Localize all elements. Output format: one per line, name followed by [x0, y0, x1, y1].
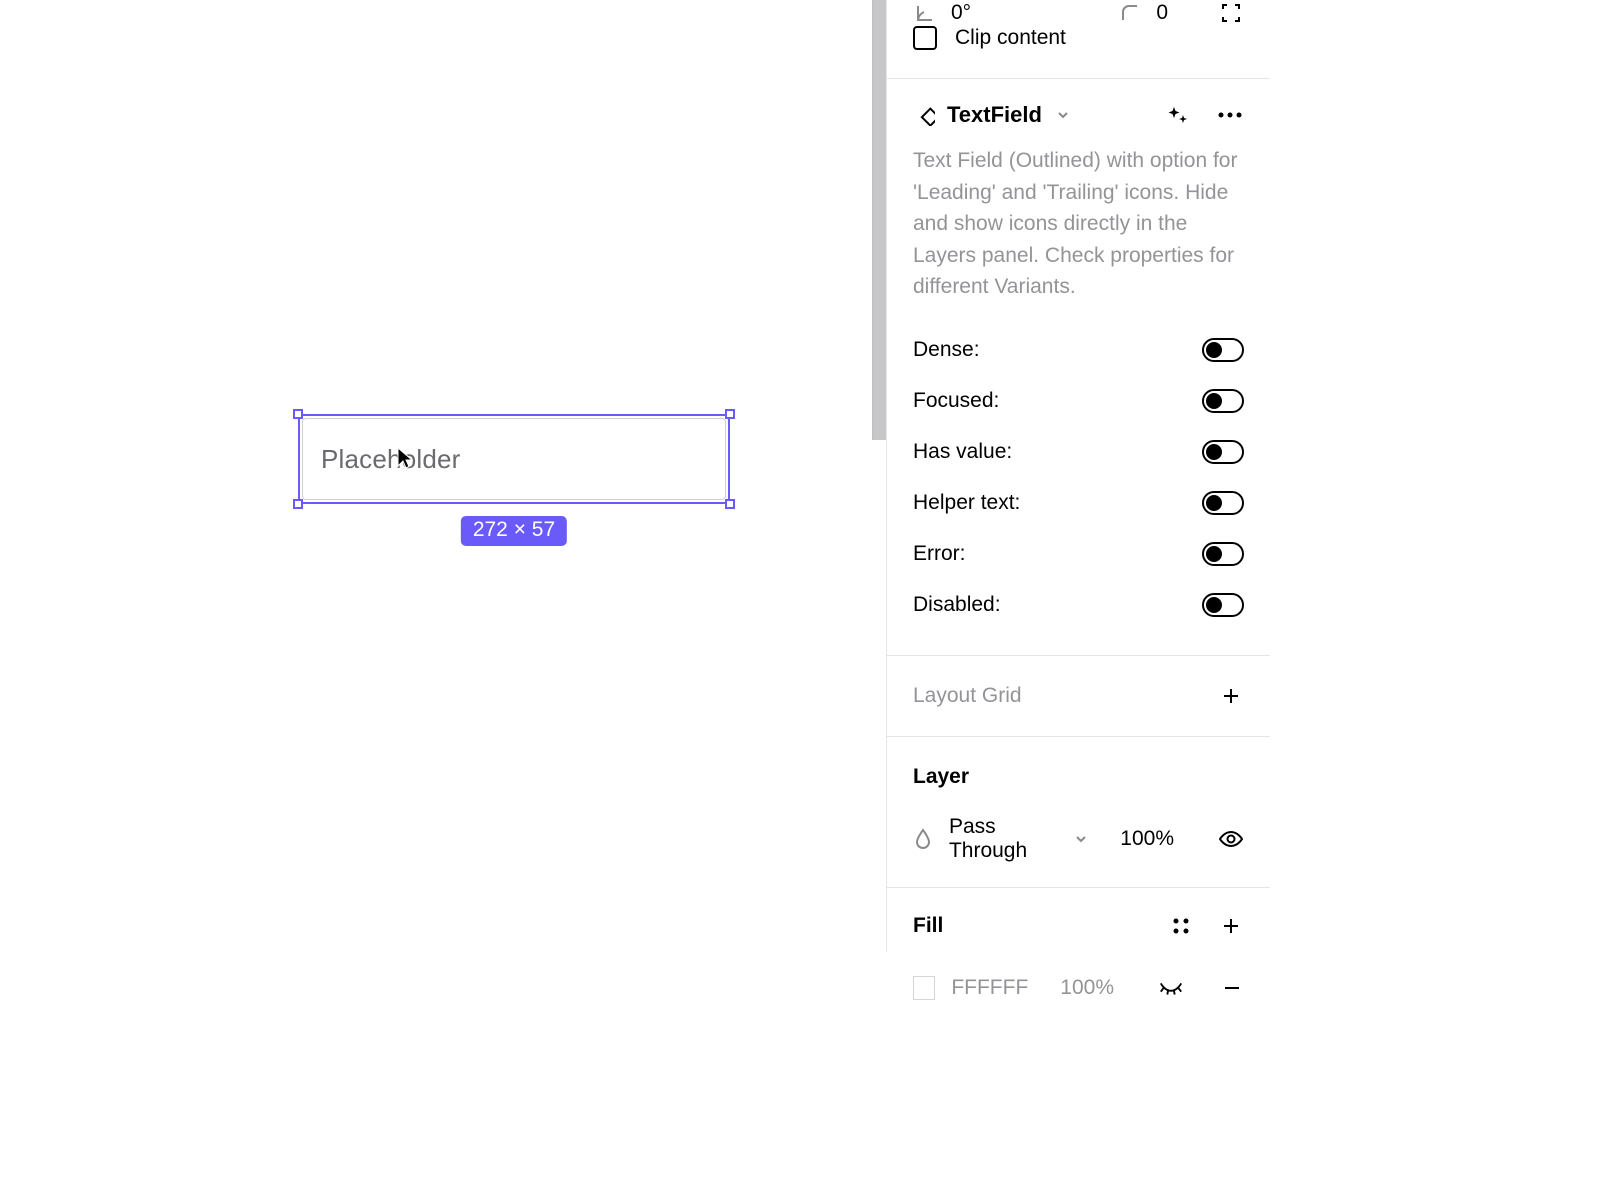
- selected-element[interactable]: Placeholder 272 × 57: [298, 414, 730, 504]
- component-more-button[interactable]: [1216, 101, 1244, 129]
- inspector-panel: 0° 0 Clip content TextField: [886, 0, 1270, 952]
- resize-handle-ne[interactable]: [725, 409, 735, 419]
- variant-label: Error:: [913, 542, 966, 566]
- toggle-error[interactable]: [1202, 542, 1244, 566]
- angle-icon: [913, 1, 937, 25]
- corner-radius-field[interactable]: 0: [1118, 1, 1168, 25]
- toggle-has-value[interactable]: [1202, 440, 1244, 464]
- add-fill-button[interactable]: [1218, 913, 1244, 939]
- blend-mode-icon: [913, 827, 933, 851]
- toggle-dense[interactable]: [1202, 338, 1244, 362]
- fill-hex-value[interactable]: FFFFFF: [951, 976, 1028, 1000]
- variant-error: Error:: [913, 529, 1244, 580]
- resize-handle-se[interactable]: [725, 499, 735, 509]
- variant-label: Dense:: [913, 338, 980, 362]
- visibility-toggle[interactable]: [1218, 826, 1244, 852]
- remove-fill-button[interactable]: [1220, 975, 1244, 1001]
- toggle-disabled[interactable]: [1202, 593, 1244, 617]
- add-layout-grid-button[interactable]: [1218, 683, 1244, 709]
- fill-styles-button[interactable]: [1168, 913, 1194, 939]
- canvas-scrollbar[interactable]: [872, 0, 886, 440]
- independent-corners-button[interactable]: [1218, 0, 1244, 26]
- fill-title: Fill: [913, 914, 943, 938]
- layer-title: Layer: [913, 765, 969, 789]
- selection-outline: Placeholder: [298, 414, 730, 504]
- corner-radius-value: 0: [1156, 1, 1168, 25]
- variant-disabled: Disabled:: [913, 580, 1244, 631]
- placeholder-text: Placeholder: [321, 444, 461, 475]
- variant-helper-text: Helper text:: [913, 478, 1244, 529]
- clip-content-checkbox[interactable]: [913, 26, 937, 50]
- canvas[interactable]: Placeholder 272 × 57: [0, 0, 886, 952]
- variant-label: Helper text:: [913, 491, 1020, 515]
- fill-swatch[interactable]: [913, 976, 935, 1000]
- variant-dense: Dense:: [913, 325, 1244, 376]
- variant-label: Disabled:: [913, 593, 1001, 617]
- toggle-focused[interactable]: [1202, 389, 1244, 413]
- component-description: Text Field (Outlined) with option for 'L…: [887, 145, 1270, 325]
- dimensions-badge: 272 × 57: [461, 516, 567, 546]
- transform-row: 0° 0: [887, 0, 1270, 26]
- chevron-down-icon[interactable]: [1073, 830, 1088, 848]
- layout-grid-section: Layout Grid: [887, 656, 1270, 737]
- clip-content-row[interactable]: Clip content: [887, 26, 1270, 79]
- component-sparkle-button[interactable]: [1164, 101, 1192, 129]
- rotation-value: 0°: [951, 1, 971, 25]
- resize-handle-sw[interactable]: [293, 499, 303, 509]
- chevron-down-icon[interactable]: [1054, 106, 1072, 124]
- toggle-helper-text[interactable]: [1202, 491, 1244, 515]
- layer-section: Layer Pass Through 100%: [887, 737, 1270, 888]
- corner-radius-icon: [1118, 1, 1142, 25]
- fill-opacity-value[interactable]: 100%: [1060, 976, 1114, 1000]
- clip-content-label: Clip content: [955, 26, 1066, 50]
- fill-section: Fill FFFFFF: [887, 888, 1270, 1012]
- variant-has-value: Has value:: [913, 427, 1244, 478]
- variant-focused: Focused:: [913, 376, 1244, 427]
- blend-mode-value[interactable]: Pass Through: [949, 815, 1057, 863]
- component-name[interactable]: TextField: [947, 102, 1042, 128]
- textfield-component[interactable]: Placeholder: [302, 418, 726, 500]
- fill-visibility-toggle[interactable]: [1158, 978, 1184, 998]
- layer-opacity-value[interactable]: 100%: [1120, 827, 1174, 851]
- component-icon: [913, 104, 935, 126]
- layout-grid-title: Layout Grid: [913, 684, 1022, 708]
- fill-row: FFFFFF 100%: [913, 964, 1244, 1012]
- component-header: TextField: [887, 79, 1270, 145]
- variant-list: Dense: Focused: Has value: Helper text: …: [887, 325, 1270, 655]
- variant-label: Has value:: [913, 440, 1012, 464]
- resize-handle-nw[interactable]: [293, 409, 303, 419]
- rotation-field[interactable]: 0°: [913, 1, 971, 25]
- variant-label: Focused:: [913, 389, 999, 413]
- component-section: TextField Text Field (Outlined) with opt…: [887, 79, 1270, 656]
